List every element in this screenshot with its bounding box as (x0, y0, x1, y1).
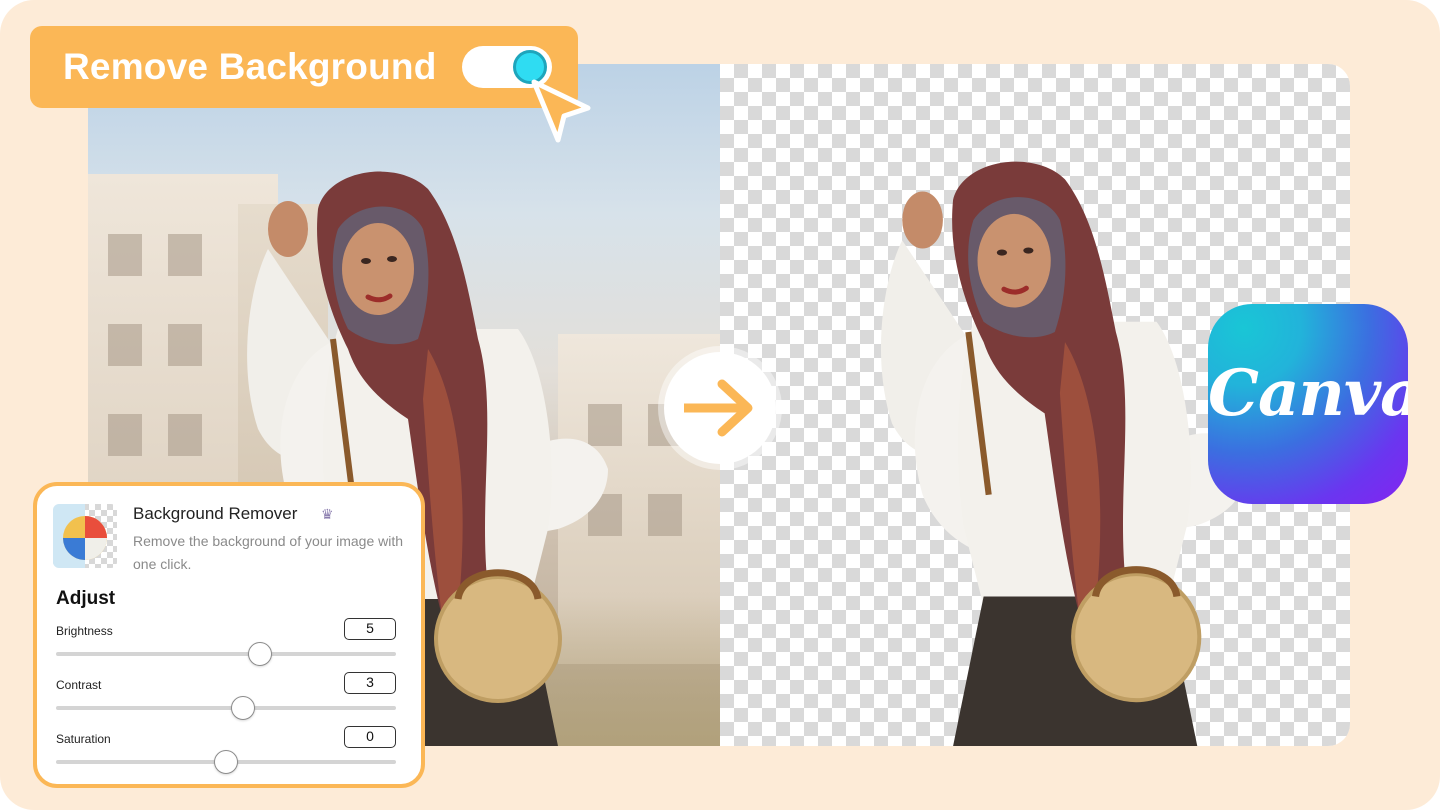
contrast-slider-thumb[interactable] (231, 696, 255, 720)
brightness-slider-thumb[interactable] (248, 642, 272, 666)
brightness-slider-track[interactable] (56, 652, 396, 656)
tool-description: Remove the background of your image with… (133, 533, 404, 572)
contrast-slider-row: Contrast 3 (56, 672, 396, 722)
tool-thumbnail (53, 504, 117, 568)
canva-logo: Canva (1208, 304, 1408, 504)
background-remover-panel: Background Remover ♛ Remove the backgrou… (33, 482, 425, 788)
beach-ball-icon (63, 516, 107, 560)
arrow-right-icon (684, 379, 753, 437)
canva-logo-text: Canva (1208, 356, 1408, 431)
arrow-right-button (664, 352, 776, 464)
adjust-heading: Adjust (56, 588, 116, 609)
pointer-cursor-icon (528, 78, 598, 153)
contrast-value-input[interactable]: 3 (344, 672, 396, 694)
tool-title: Background Remover (133, 504, 298, 523)
saturation-slider-thumb[interactable] (214, 750, 238, 774)
badge-title: Remove Background (63, 46, 437, 87)
contrast-slider-track[interactable] (56, 706, 396, 710)
saturation-value-input[interactable]: 0 (344, 726, 396, 748)
slider-label: Brightness (56, 624, 113, 638)
brightness-value-input[interactable]: 5 (344, 618, 396, 640)
slider-label: Saturation (56, 732, 111, 746)
saturation-slider-row: Saturation 0 (56, 726, 396, 776)
crown-icon: ♛ (321, 506, 334, 522)
brightness-slider-row: Brightness 5 (56, 618, 396, 668)
slider-label: Contrast (56, 678, 102, 692)
remove-background-badge[interactable]: Remove Background (30, 26, 578, 108)
